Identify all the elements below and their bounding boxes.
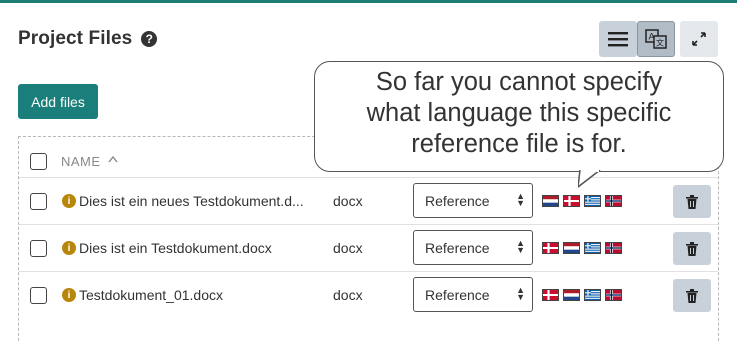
denmark-flag-icon [563, 195, 580, 207]
delete-file-button[interactable] [673, 185, 711, 218]
greece-flag-icon [584, 195, 601, 207]
row-checkbox[interactable] [30, 240, 47, 257]
svg-text:文: 文 [656, 38, 664, 48]
norway-flag-icon [605, 195, 622, 207]
file-type-select[interactable]: Reference ▲ ▼ [413, 230, 533, 265]
table-row: i Testdokument_01.docx docx Reference ▲ ▼ [19, 271, 718, 318]
table-row: i Dies ist ein Testdokument.docx docx Re… [19, 224, 718, 271]
trash-icon [686, 194, 698, 209]
translate-icon: A 文 [645, 29, 667, 49]
select-caret-icon: ▲ ▼ [516, 238, 525, 255]
file-name: Testdokument_01.docx [79, 287, 223, 303]
row-checkbox[interactable] [30, 287, 47, 304]
name-column-header[interactable]: NAME [61, 154, 101, 169]
file-name: Dies ist ein Testdokument.docx [79, 240, 272, 256]
info-icon[interactable]: i [62, 194, 76, 208]
select-caret-icon: ▲ ▼ [516, 285, 525, 302]
language-flags [542, 289, 622, 301]
delete-file-button[interactable] [673, 279, 711, 312]
file-extension: docx [333, 193, 363, 209]
trash-icon [686, 241, 698, 256]
file-type-value: Reference [425, 192, 490, 209]
callout-line: reference file is for. [411, 130, 627, 158]
expand-arrows-icon [692, 32, 706, 46]
translate-view-button[interactable]: A 文 [637, 21, 675, 57]
select-all-checkbox[interactable] [30, 153, 47, 170]
greece-flag-icon [584, 242, 601, 254]
callout-pointer [578, 170, 601, 188]
panel-header: Project Files ? [18, 28, 158, 50]
netherlands-flag-icon [542, 195, 559, 207]
norway-flag-icon [605, 242, 622, 254]
hamburger-list-icon [608, 32, 628, 47]
info-icon[interactable]: i [62, 241, 76, 255]
annotation-callout: So far you cannot specify what language … [314, 61, 724, 172]
top-accent-stripe [0, 0, 737, 3]
chevron-up-icon[interactable] [108, 154, 118, 166]
file-type-value: Reference [425, 286, 490, 303]
file-extension: docx [333, 287, 363, 303]
add-files-button[interactable]: Add files [18, 84, 98, 119]
list-view-button[interactable] [599, 21, 637, 57]
help-icon[interactable]: ? [141, 31, 158, 47]
netherlands-flag-icon [563, 289, 580, 301]
language-flags [542, 242, 622, 254]
callout-line: what language this specific [366, 99, 672, 127]
table-row: i Dies ist ein neues Testdokument.d... d… [19, 177, 718, 224]
callout-line: So far you cannot specify [375, 68, 663, 96]
file-type-value: Reference [425, 239, 490, 256]
trash-icon [686, 288, 698, 303]
file-type-select[interactable]: Reference ▲ ▼ [413, 183, 533, 218]
norway-flag-icon [605, 289, 622, 301]
denmark-flag-icon [542, 289, 559, 301]
delete-file-button[interactable] [673, 232, 711, 265]
netherlands-flag-icon [563, 242, 580, 254]
row-checkbox[interactable] [30, 193, 47, 210]
file-type-select[interactable]: Reference ▲ ▼ [413, 277, 533, 312]
greece-flag-icon [584, 289, 601, 301]
file-name: Dies ist ein neues Testdokument.d... [79, 193, 304, 209]
select-caret-icon: ▲ ▼ [516, 191, 525, 208]
file-extension: docx [333, 240, 363, 256]
fullscreen-button[interactable] [680, 21, 718, 57]
panel-title: Project Files [18, 28, 133, 49]
info-icon[interactable]: i [62, 288, 76, 302]
denmark-flag-icon [542, 242, 559, 254]
language-flags [542, 195, 622, 207]
